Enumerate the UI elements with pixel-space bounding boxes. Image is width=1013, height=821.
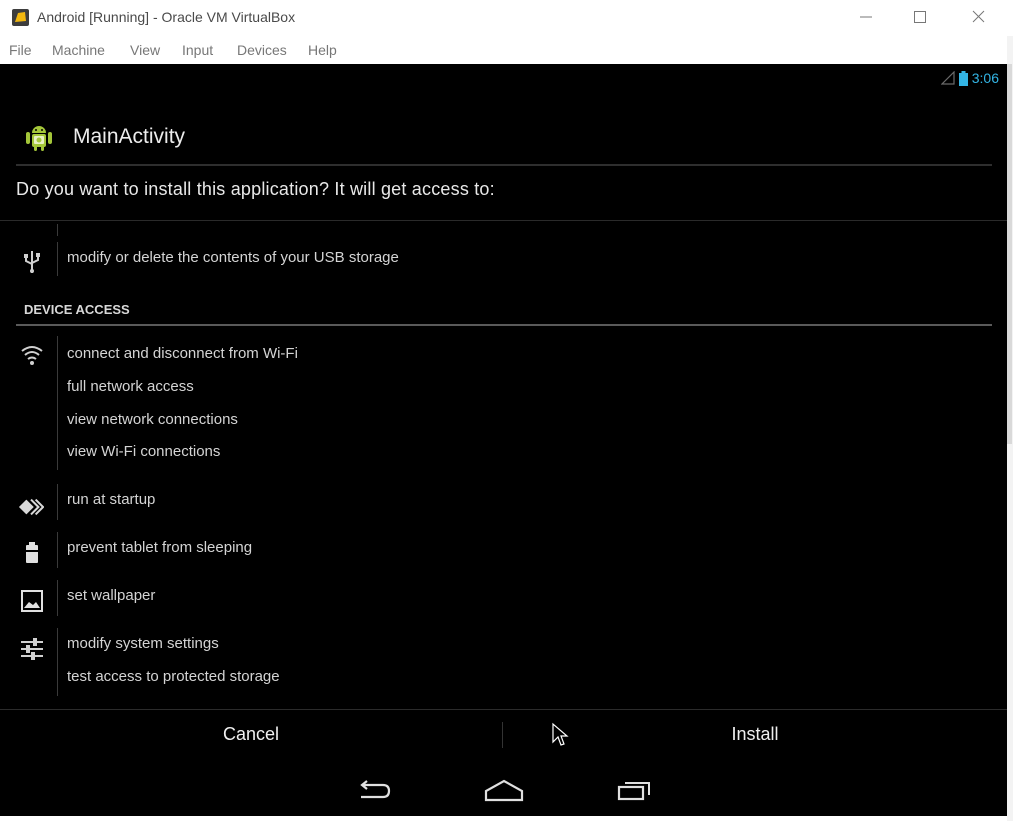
menu-help[interactable]: Help <box>308 42 337 58</box>
app-header: MainActivity <box>25 120 185 154</box>
startup-icon <box>18 498 44 516</box>
wallpaper-icon <box>21 590 43 612</box>
permission-usb-storage: modify or delete the contents of your US… <box>67 249 399 266</box>
usb-icon <box>24 251 40 273</box>
signal-icon <box>940 71 955 85</box>
menu-file[interactable]: File <box>9 42 32 58</box>
status-time: 3:06 <box>971 70 999 86</box>
permission-divider <box>57 532 58 568</box>
permission-divider <box>57 336 58 470</box>
prompt-divider <box>0 220 1007 221</box>
mouse-cursor-icon <box>552 722 569 746</box>
window-titlebar: Android [Running] - Oracle VM VirtualBox <box>0 0 1013 36</box>
permission-divider <box>57 580 58 616</box>
back-icon[interactable] <box>349 773 397 807</box>
menu-machine[interactable]: Machine <box>52 42 105 58</box>
permission-set-wallpaper: set wallpaper <box>67 587 156 604</box>
permission-divider <box>57 628 58 696</box>
permission-wifi-change: connect and disconnect from Wi-Fi <box>67 345 298 362</box>
wifi-icon <box>21 346 43 365</box>
scrollbar[interactable] <box>1007 64 1012 444</box>
permission-divider <box>57 484 58 520</box>
permission-run-at-startup: run at startup <box>67 491 156 508</box>
android-robot-icon <box>26 126 52 151</box>
close-icon[interactable] <box>958 4 998 30</box>
status-bar: 3:06 <box>940 68 999 88</box>
home-icon[interactable] <box>480 773 528 807</box>
settings-sliders-icon <box>21 638 43 660</box>
cancel-button[interactable]: Cancel <box>0 710 502 758</box>
permission-wake-lock: prevent tablet from sleeping <box>67 539 253 556</box>
battery-lock-icon <box>26 542 38 563</box>
maximize-icon[interactable] <box>900 4 940 30</box>
permission-divider <box>57 224 58 236</box>
install-button[interactable]: Install <box>503 710 1007 758</box>
virtualbox-icon <box>12 9 29 26</box>
section-divider <box>16 324 992 326</box>
permission-wifi-state: view Wi-Fi connections <box>67 443 221 460</box>
permission-network-full: full network access <box>67 378 194 395</box>
install-prompt: Do you want to install this application?… <box>16 179 495 199</box>
permission-protected-storage: test access to protected storage <box>67 668 280 685</box>
menu-input[interactable]: Input <box>182 42 213 58</box>
menu-view[interactable]: View <box>130 42 160 58</box>
app-name: MainActivity <box>73 125 186 148</box>
header-divider <box>16 164 992 166</box>
minimize-icon[interactable] <box>846 4 886 30</box>
menubar: File Machine View Input Devices Help <box>0 38 1013 64</box>
android-screen: 3:06 MainActivity Do you want to install… <box>0 64 1007 816</box>
section-title: DEVICE ACCESS <box>24 302 130 317</box>
battery-icon <box>958 70 968 86</box>
recent-apps-icon[interactable] <box>611 773 659 807</box>
permission-network-state: view network connections <box>67 411 238 428</box>
permission-write-settings: modify system settings <box>67 635 219 652</box>
navigation-bar <box>0 762 1007 816</box>
window-title: Android [Running] - Oracle VM VirtualBox <box>37 9 296 25</box>
menu-devices[interactable]: Devices <box>237 42 287 58</box>
permission-divider <box>57 242 58 276</box>
